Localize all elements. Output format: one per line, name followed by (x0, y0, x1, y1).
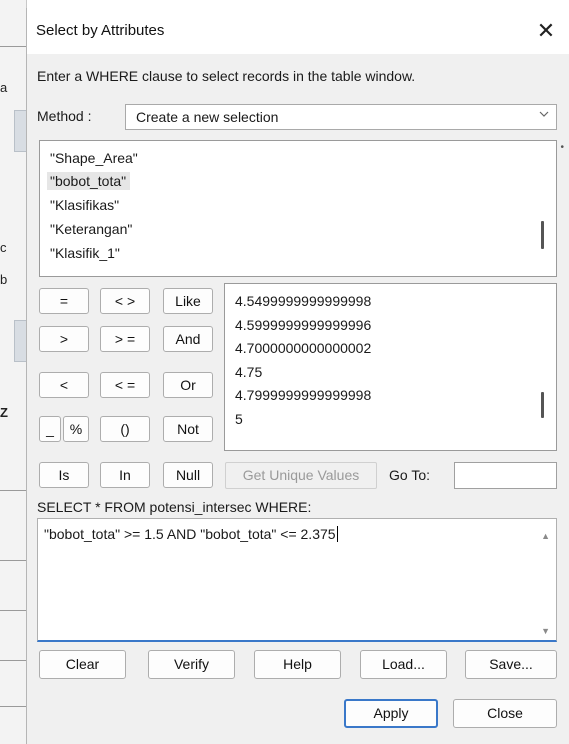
text-caret (336, 526, 338, 542)
scroll-indicator-icon: • (560, 142, 564, 153)
equals-button[interactable]: = (39, 288, 89, 314)
parentheses-button[interactable]: () (100, 416, 150, 442)
and-button[interactable]: And (163, 326, 213, 352)
method-dropdown[interactable]: Create a new selection (125, 104, 557, 130)
value-item[interactable]: 4.5999999999999996 (235, 317, 371, 333)
sql-prefix-label: SELECT * FROM potensi_intersec WHERE: (37, 499, 312, 515)
value-item[interactable]: 4.7999999999999998 (235, 387, 371, 403)
goto-input[interactable] (454, 462, 557, 489)
where-clause-text: "bobot_tota" >= 1.5 AND "bobot_tota" <= … (44, 526, 338, 542)
load-button[interactable]: Load... (360, 650, 447, 679)
bg-text: b (0, 272, 8, 287)
field-list[interactable]: "Shape_Area" "bobot_tota" "Klasifikas" "… (39, 140, 564, 277)
chevron-down-icon (538, 108, 550, 123)
where-clause-textarea[interactable]: "bobot_tota" >= 1.5 AND "bobot_tota" <= … (37, 518, 557, 642)
value-item[interactable]: 5 (235, 411, 243, 427)
or-button[interactable]: Or (163, 372, 213, 398)
scroll-down-icon[interactable]: ▼ (541, 626, 550, 636)
values-list-scrollbar[interactable] (541, 392, 544, 418)
field-item[interactable]: "Keterangan" (47, 220, 136, 238)
background-app-edge: a c b Z (0, 0, 28, 744)
null-button[interactable]: Null (163, 462, 213, 488)
is-button[interactable]: Is (39, 462, 89, 488)
close-button[interactable]: Close (453, 699, 557, 728)
apply-button[interactable]: Apply (344, 699, 438, 728)
scroll-up-icon[interactable]: ▲ (541, 531, 550, 541)
greater-than-button[interactable]: > (39, 326, 89, 352)
not-equal-button[interactable]: < > (100, 288, 150, 314)
clear-button[interactable]: Clear (39, 650, 126, 679)
field-item[interactable]: "Klasifikas" (47, 196, 123, 214)
field-item-selected[interactable]: "bobot_tota" (47, 172, 131, 190)
where-clause-value: "bobot_tota" >= 1.5 AND "bobot_tota" <= … (44, 526, 336, 542)
like-button[interactable]: Like (163, 288, 213, 314)
field-list-scrollbar[interactable] (541, 221, 544, 249)
title-bar[interactable]: Select by Attributes ✕ (27, 8, 569, 54)
unique-values-list[interactable]: 4.5499999999999998 4.5999999999999996 4.… (224, 283, 557, 451)
in-button[interactable]: In (100, 462, 150, 488)
underscore-button[interactable]: _ (39, 416, 61, 442)
select-by-attributes-dialog: Select by Attributes ✕ Enter a WHERE cla… (26, 8, 569, 744)
less-than-button[interactable]: < (39, 372, 89, 398)
bg-text: Z (0, 405, 8, 420)
value-item[interactable]: 4.7000000000000002 (235, 340, 371, 356)
field-item[interactable]: "Klasifik_1" (47, 244, 124, 262)
bg-text: a (0, 80, 8, 95)
method-value: Create a new selection (136, 109, 279, 125)
bg-divider (0, 560, 26, 561)
goto-label: Go To: (389, 467, 430, 483)
not-button[interactable]: Not (163, 416, 213, 442)
bg-divider (0, 610, 26, 611)
dialog-title: Select by Attributes (36, 22, 165, 39)
bg-text: c (0, 240, 7, 255)
bg-divider (0, 46, 26, 47)
instruction-text: Enter a WHERE clause to select records i… (37, 68, 416, 84)
value-item[interactable]: 4.5499999999999998 (235, 293, 371, 309)
help-button[interactable]: Help (254, 650, 341, 679)
field-item[interactable]: "Shape_Area" (47, 149, 142, 167)
bg-divider (0, 490, 26, 491)
save-button[interactable]: Save... (465, 650, 557, 679)
greater-equal-button[interactable]: > = (100, 326, 150, 352)
bg-divider (0, 706, 26, 707)
method-label: Method : (37, 108, 92, 124)
less-equal-button[interactable]: < = (100, 372, 150, 398)
verify-button[interactable]: Verify (148, 650, 235, 679)
get-unique-values-button[interactable]: Get Unique Values (225, 462, 377, 489)
close-icon[interactable]: ✕ (532, 17, 560, 45)
bg-divider (0, 660, 26, 661)
value-item[interactable]: 4.75 (235, 364, 262, 380)
percent-button[interactable]: % (63, 416, 89, 442)
